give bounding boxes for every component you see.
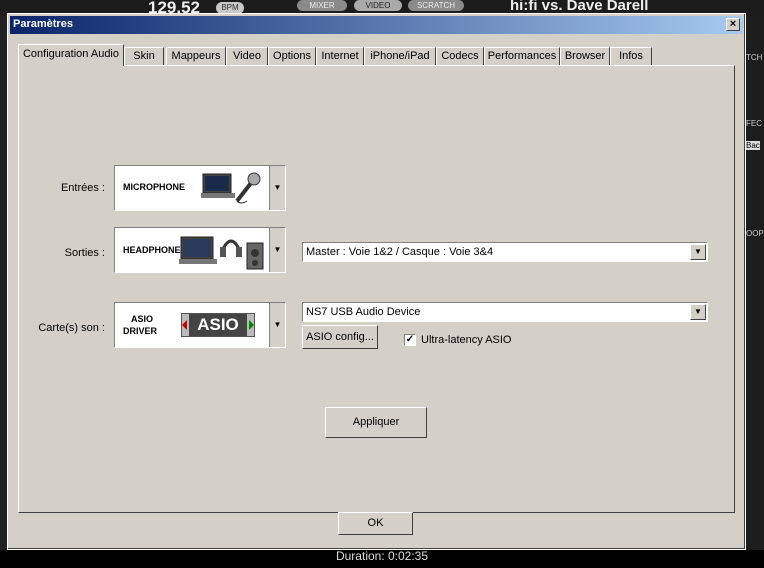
- inputs-value: MICROPHONE: [123, 182, 186, 192]
- asio-config-button[interactable]: ASIO config...: [302, 325, 378, 349]
- tab-configuration-audio[interactable]: Configuration Audio: [18, 44, 124, 66]
- soundcard-label: Carte(s) son :: [38, 322, 105, 334]
- driver-type-line2: DRIVER: [123, 326, 158, 336]
- mixer-mode-button[interactable]: MIXER: [297, 0, 347, 11]
- tab-mappeurs[interactable]: Mappeurs: [166, 47, 226, 65]
- tab-skin[interactable]: Skin: [124, 47, 164, 65]
- inputs-select[interactable]: MICROPHONE ▼: [114, 165, 286, 211]
- soundcard-device-select[interactable]: NS7 USB Audio Device ▼: [302, 302, 708, 322]
- output-routing-value: Master : Voie 1&2 / Casque : Voie 3&4: [306, 246, 494, 258]
- duration-readout: Duration: 0:02:35: [335, 549, 429, 563]
- asio-logo-icon: ASIO: [181, 313, 255, 337]
- side-label: FEC: [746, 119, 762, 128]
- apply-button[interactable]: Appliquer: [325, 407, 427, 438]
- side-label: TCH: [746, 53, 763, 62]
- close-button[interactable]: ×: [726, 18, 740, 31]
- ultra-latency-label: Ultra-latency ASIO: [421, 334, 512, 346]
- track-title: hi:fi vs. Dave Darell: [510, 0, 649, 14]
- background-right-edge: TCH FEC Bac OOP: [746, 16, 764, 568]
- side-label: Bac: [746, 141, 760, 150]
- outputs-select[interactable]: HEADPHONES ▼: [114, 227, 286, 273]
- side-label: OOP: [746, 229, 764, 238]
- tab-options[interactable]: Options: [268, 47, 316, 65]
- ultra-latency-checkbox[interactable]: ✓: [404, 334, 416, 346]
- inputs-label: Entrées :: [60, 182, 105, 194]
- tab-video[interactable]: Video: [226, 47, 268, 65]
- headphones-icon: [179, 236, 264, 270]
- asio-logo-text: ASIO: [189, 314, 247, 336]
- output-routing-select[interactable]: Master : Voie 1&2 / Casque : Voie 3&4 ▼: [302, 242, 708, 262]
- video-mode-button[interactable]: VIDEO: [354, 0, 402, 11]
- ok-button[interactable]: OK: [338, 512, 413, 535]
- soundcard-device-value: NS7 USB Audio Device: [306, 306, 421, 318]
- chevron-down-icon[interactable]: ▼: [690, 304, 706, 320]
- tab-iphone-ipad[interactable]: iPhone/iPad: [364, 47, 436, 65]
- tab-internet[interactable]: Internet: [316, 47, 364, 65]
- dialog-title: Paramètres: [13, 18, 73, 30]
- tab-browser[interactable]: Browser: [560, 47, 610, 65]
- scratch-mode-button[interactable]: SCRATCH: [408, 0, 464, 11]
- tab-codecs[interactable]: Codecs: [436, 47, 484, 65]
- driver-type-line1: ASIO: [131, 314, 154, 324]
- outputs-label: Sorties :: [64, 247, 105, 259]
- dialog-titlebar[interactable]: Paramètres ×: [10, 16, 743, 34]
- microphone-icon: [201, 172, 261, 204]
- soundcard-driver-select[interactable]: ASIO DRIVER ASIO ▼: [114, 302, 286, 348]
- chevron-down-icon[interactable]: ▼: [269, 303, 285, 347]
- chevron-down-icon[interactable]: ▼: [690, 244, 706, 260]
- chevron-down-icon[interactable]: ▼: [269, 166, 285, 210]
- outputs-value: HEADPHONES: [123, 245, 187, 255]
- chevron-down-icon[interactable]: ▼: [269, 228, 285, 272]
- tab-infos[interactable]: Infos: [610, 47, 652, 65]
- settings-dialog: Paramètres × Configuration Audio Skin Ma…: [7, 13, 746, 550]
- tab-performances[interactable]: Performances: [484, 47, 560, 65]
- audio-config-panel: Entrées : MICROPHONE ▼ Sorties : HEADPHO…: [18, 65, 735, 513]
